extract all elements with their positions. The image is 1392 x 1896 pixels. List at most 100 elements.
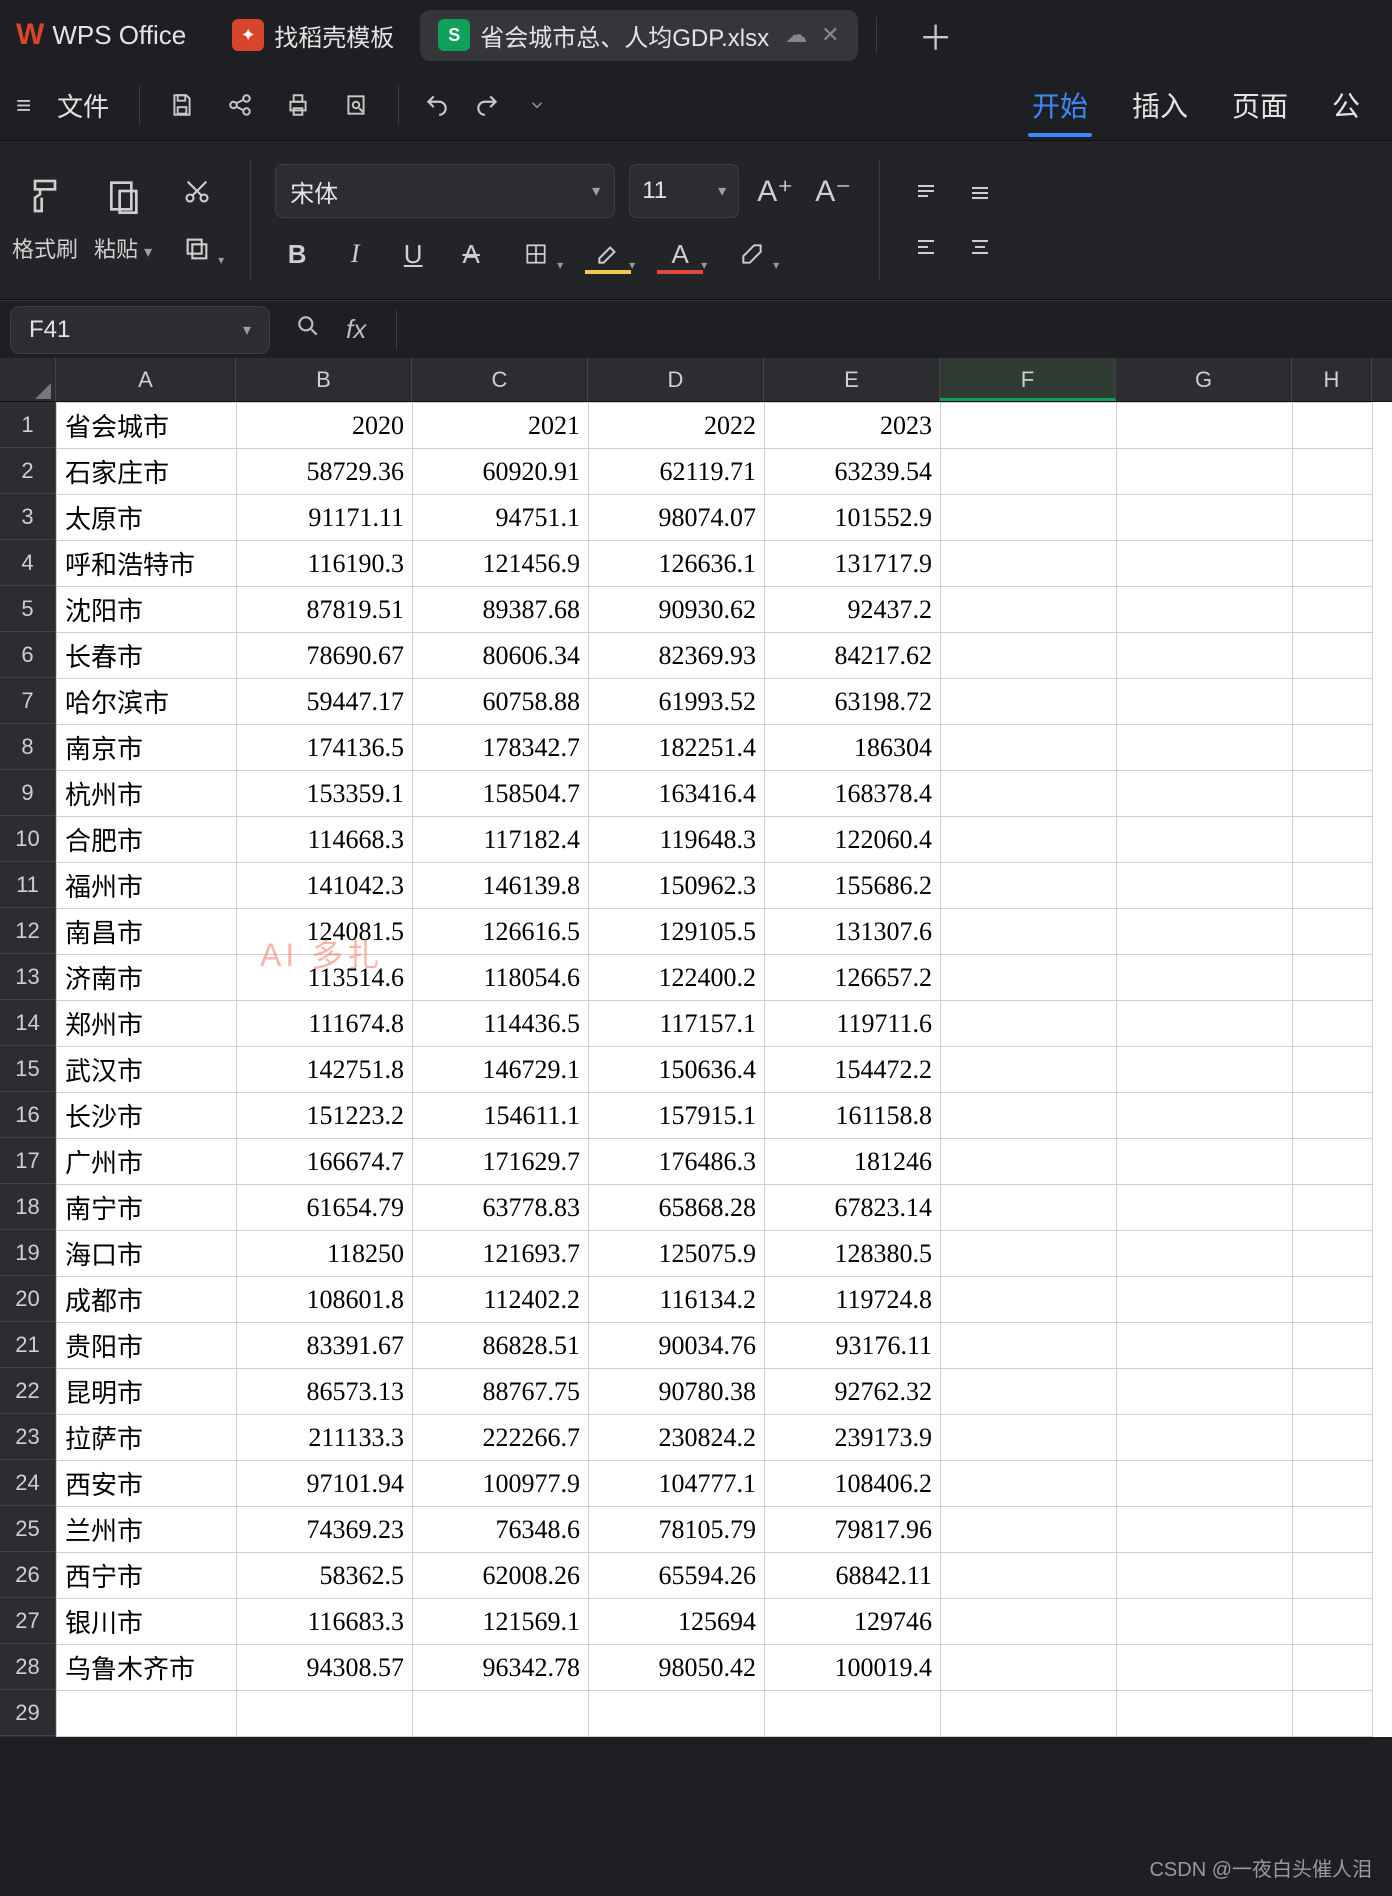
format-painter-group[interactable]: 格式刷 [12,176,78,264]
cell[interactable] [1293,725,1373,771]
cell[interactable]: 石家庄市 [57,449,237,495]
cell[interactable] [1117,725,1293,771]
cell[interactable]: 83391.67 [237,1323,413,1369]
cell[interactable]: 100019.4 [765,1645,941,1691]
cell[interactable]: 211133.3 [237,1415,413,1461]
cell[interactable]: 98050.42 [589,1645,765,1691]
cell[interactable]: 南昌市 [57,909,237,955]
cell[interactable]: 119724.8 [765,1277,941,1323]
paste-group[interactable]: 粘贴 ▾ [94,176,152,264]
ribbon-tab-page[interactable]: 页面 [1210,85,1310,125]
ribbon-tab-start[interactable]: 开始 [1010,85,1110,125]
row-header[interactable]: 20 [0,1276,56,1322]
cell[interactable] [1293,1415,1373,1461]
cell[interactable] [1117,1093,1293,1139]
cell[interactable] [1117,403,1293,449]
bold-button[interactable]: B [275,232,319,276]
cell[interactable] [1117,587,1293,633]
borders-button[interactable]: ▾ [507,232,565,276]
ribbon-tab-insert[interactable]: 插入 [1110,85,1210,125]
cell[interactable]: 62008.26 [413,1553,589,1599]
cell[interactable]: 58362.5 [237,1553,413,1599]
cell[interactable] [1293,587,1373,633]
cell[interactable] [1117,1001,1293,1047]
cell[interactable] [941,1001,1117,1047]
cell[interactable] [237,1691,413,1737]
col-header-A[interactable]: A [56,358,236,401]
cell[interactable]: 86573.13 [237,1369,413,1415]
cell[interactable] [1293,1047,1373,1093]
cell[interactable]: 贵阳市 [57,1323,237,1369]
cell[interactable]: 60920.91 [413,449,589,495]
history-dropdown-icon[interactable] [517,85,557,125]
cell[interactable]: 155686.2 [765,863,941,909]
cell[interactable]: 101552.9 [765,495,941,541]
col-header-G[interactable]: G [1116,358,1292,401]
cell[interactable] [1117,1553,1293,1599]
cell[interactable] [1117,771,1293,817]
cell[interactable] [57,1691,237,1737]
cell[interactable] [941,1507,1117,1553]
cell[interactable]: 乌鲁木齐市 [57,1645,237,1691]
cell[interactable]: 186304 [765,725,941,771]
decrease-font-icon[interactable]: A⁻ [811,169,855,213]
cell[interactable] [1293,1277,1373,1323]
cell[interactable]: 163416.4 [589,771,765,817]
cell[interactable]: 119711.6 [765,1001,941,1047]
cell[interactable]: 2022 [589,403,765,449]
cell[interactable]: 157915.1 [589,1093,765,1139]
cell[interactable] [941,1139,1117,1185]
cell[interactable]: 98074.07 [589,495,765,541]
cell[interactable] [1293,1093,1373,1139]
row-header[interactable]: 26 [0,1552,56,1598]
cell[interactable] [941,1461,1117,1507]
cell[interactable]: 60758.88 [413,679,589,725]
cell[interactable]: 158504.7 [413,771,589,817]
cell[interactable] [1293,909,1373,955]
cell[interactable] [1117,909,1293,955]
cell[interactable]: 78105.79 [589,1507,765,1553]
cell[interactable]: 146729.1 [413,1047,589,1093]
cell[interactable] [1117,1185,1293,1231]
cell[interactable]: 94308.57 [237,1645,413,1691]
col-header-D[interactable]: D [588,358,764,401]
cell[interactable] [1293,1001,1373,1047]
cell[interactable]: 80606.34 [413,633,589,679]
cell[interactable] [1293,1553,1373,1599]
italic-button[interactable]: I [333,232,377,276]
cell[interactable] [941,1047,1117,1093]
cell[interactable]: 239173.9 [765,1415,941,1461]
cell[interactable] [1293,403,1373,449]
cell[interactable]: 122060.4 [765,817,941,863]
col-header-E[interactable]: E [764,358,940,401]
cell[interactable] [1293,541,1373,587]
cell[interactable]: 108601.8 [237,1277,413,1323]
col-header-B[interactable]: B [236,358,412,401]
cell[interactable]: 153359.1 [237,771,413,817]
row-header[interactable]: 10 [0,816,56,862]
col-header-F[interactable]: F [940,358,1116,401]
cell[interactable]: 86828.51 [413,1323,589,1369]
align-left-icon[interactable] [904,225,948,269]
cell[interactable]: 125075.9 [589,1231,765,1277]
cell[interactable]: 82369.93 [589,633,765,679]
ribbon-tab-more[interactable]: 公 [1310,85,1382,125]
cell[interactable]: 90930.62 [589,587,765,633]
cell[interactable] [941,495,1117,541]
cell[interactable] [1293,1139,1373,1185]
cell[interactable]: 63778.83 [413,1185,589,1231]
cell[interactable] [1293,1599,1373,1645]
cell[interactable] [941,1231,1117,1277]
underline-button[interactable]: U [391,232,435,276]
cell[interactable] [1117,1047,1293,1093]
col-header-H[interactable]: H [1292,358,1372,401]
cell[interactable]: 126657.2 [765,955,941,1001]
row-header[interactable]: 21 [0,1322,56,1368]
cell[interactable]: 合肥市 [57,817,237,863]
cell[interactable] [1293,1645,1373,1691]
cell[interactable]: 146139.8 [413,863,589,909]
cell[interactable] [941,863,1117,909]
cell[interactable] [765,1691,941,1737]
share-icon[interactable] [220,85,260,125]
file-menu[interactable]: 文件 [43,87,123,124]
